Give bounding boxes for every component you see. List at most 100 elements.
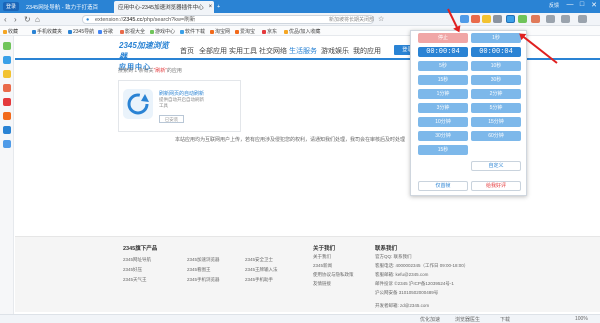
sidebar-app-icon[interactable] xyxy=(3,98,11,106)
footer-link[interactable]: 2345安全卫士 xyxy=(245,257,273,263)
status-item[interactable]: 浏览器医生 xyxy=(455,316,480,323)
footer-link[interactable]: 关于我们 xyxy=(313,254,331,260)
close-icon[interactable]: × xyxy=(209,4,213,10)
bookmark-item[interactable]: 2345导航 xyxy=(68,28,94,35)
status-item[interactable]: 下载 xyxy=(500,316,510,323)
interval-5m-button[interactable]: 5分钟 xyxy=(471,103,521,113)
bookmark-item[interactable]: 谷歌 xyxy=(98,28,113,35)
bookmark-item[interactable]: 淘宝网 xyxy=(210,28,230,35)
zoom-level[interactable]: 100% xyxy=(575,316,588,322)
sidebar-app-icon[interactable] xyxy=(3,112,11,120)
extension-icon[interactable] xyxy=(471,15,480,23)
refresh-button[interactable]: ↻ xyxy=(24,15,31,24)
bookmark-item[interactable]: 收藏 xyxy=(3,28,18,35)
browser-logo[interactable]: 登录 xyxy=(3,2,19,11)
interval-3m-button[interactable]: 3分钟 xyxy=(418,103,468,113)
site-icon xyxy=(235,29,239,34)
site-icon xyxy=(262,29,266,34)
extension-icon[interactable] xyxy=(460,15,469,23)
interval-10s-button[interactable]: 10秒 xyxy=(471,61,521,71)
footer-link[interactable]: 2345好压 xyxy=(123,267,142,273)
menu-icon[interactable] xyxy=(546,15,555,23)
interval-45s-button[interactable]: 15秒 xyxy=(418,145,468,155)
nav-social[interactable]: 社交网络 xyxy=(259,46,287,56)
nav-my-apps[interactable]: 我的应用 xyxy=(353,46,381,56)
sidebar-app-icon[interactable] xyxy=(3,56,11,64)
bookmark-item[interactable]: 游戏中心 xyxy=(150,28,175,35)
download-icon[interactable] xyxy=(561,15,570,23)
sidebar-app-icon[interactable] xyxy=(3,70,11,78)
interval-1s-button[interactable]: 1秒 xyxy=(471,33,521,43)
extension-icon[interactable] xyxy=(482,15,491,23)
url-scheme: extension xyxy=(95,17,119,23)
footer-link[interactable]: 2345天气王 xyxy=(123,277,147,283)
feedback-button[interactable]: 反馈 xyxy=(546,1,562,11)
extension-icon[interactable] xyxy=(531,15,540,23)
footer-link[interactable]: 使用协议与隐私政策 xyxy=(313,272,354,278)
bookmark-item[interactable]: 京东 xyxy=(262,28,277,35)
interval-10m-button[interactable]: 10分钟 xyxy=(418,117,468,127)
interval-30m-button[interactable]: 30分钟 xyxy=(418,131,468,141)
grid-icon[interactable] xyxy=(493,15,502,23)
status-item[interactable]: 优化加速 xyxy=(420,316,440,323)
nav-home[interactable]: 首页 xyxy=(180,46,194,56)
sidebar-app-icon[interactable] xyxy=(3,126,11,134)
bookmark-item[interactable]: 优品/加入收藏 xyxy=(284,28,320,35)
interval-30s-button[interactable]: 30秒 xyxy=(471,75,521,85)
tab-app-center[interactable]: 应用中心-2345加速浏览器插件中心 × xyxy=(114,1,214,13)
copyright-notice: 本站应用均为互联网用户上传，若有应用涉及侵犯您的权利，请通知我们处理，我司会在审… xyxy=(175,137,406,143)
footer-link[interactable]: 2345手机助手 xyxy=(245,277,273,283)
settings-icon[interactable] xyxy=(578,15,587,23)
installed-button[interactable]: 已安装 xyxy=(159,115,184,123)
interval-60m-button[interactable]: 60分钟 xyxy=(471,131,521,141)
interval-15m-button[interactable]: 15分钟 xyxy=(471,117,521,127)
back-button[interactable]: ‹ xyxy=(4,15,7,24)
footer-link[interactable]: 2345新闻 xyxy=(313,263,332,269)
footer-link[interactable]: 2345手机浏览器 xyxy=(187,277,220,283)
countdown-display: 00:00:04 xyxy=(471,47,521,57)
left-sidebar xyxy=(0,36,14,316)
nav-tools[interactable]: 实用工具 xyxy=(229,46,257,56)
stop-button[interactable]: 停止 xyxy=(418,33,468,43)
app-name[interactable]: 刷新网页的自动刷新 xyxy=(159,90,204,97)
app-description: 提供自动开启自动刷新工具 xyxy=(159,97,204,108)
home-button[interactable]: ⌂ xyxy=(35,15,40,24)
footer-link[interactable]: 友情链接 xyxy=(313,281,331,287)
nav-games[interactable]: 游戏娱乐 xyxy=(321,46,349,56)
nav-all-apps[interactable]: 全部应用 xyxy=(199,46,227,56)
favorite-star-icon[interactable]: ☆ xyxy=(378,15,384,24)
new-tab-button[interactable]: + xyxy=(215,1,227,13)
sidebar-app-icon[interactable] xyxy=(3,42,11,50)
maximize-button[interactable]: □ xyxy=(578,1,586,11)
minimize-button[interactable]: — xyxy=(566,1,574,11)
auto-refresh-extension-icon[interactable] xyxy=(506,15,515,23)
bookmark-item[interactable]: 软件下载 xyxy=(180,28,205,35)
extension-icon[interactable] xyxy=(518,15,527,23)
bookmark-item[interactable]: 爱淘宝 xyxy=(235,28,255,35)
sidebar-app-icon[interactable] xyxy=(3,140,11,148)
site-icon xyxy=(120,29,124,34)
forward-button[interactable]: › xyxy=(14,15,17,24)
app-card[interactable]: 刷新网页的自动刷新 提供自动开启自动刷新工具 已安装 xyxy=(118,80,241,132)
url-host: 2345.cc xyxy=(123,17,143,23)
footer-link[interactable]: 2345网址导航 xyxy=(123,257,151,263)
interval-15s-button[interactable]: 15秒 xyxy=(418,75,468,85)
nav-life-services[interactable]: 生活服务 xyxy=(289,46,317,56)
rate-us-button[interactable]: 给我好评 xyxy=(471,181,521,191)
footer-link[interactable]: 2345加速浏览器 xyxy=(187,257,220,263)
interval-1m-button[interactable]: 1分钟 xyxy=(418,89,468,99)
sidebar-app-icon[interactable] xyxy=(3,84,11,92)
bookmark-item[interactable]: 影视大全 xyxy=(120,28,145,35)
site-logo[interactable]: 2345加速浏览器 应用中心 xyxy=(119,40,175,71)
footer-link[interactable]: 2345看图王 xyxy=(187,267,211,273)
search-input[interactable]: 新加坡将长期关闭部分主题乐园 xyxy=(329,16,374,23)
bookmark-item[interactable]: 手机收藏夹 xyxy=(32,28,62,35)
first-frame-button[interactable]: 仅首帧 xyxy=(418,181,468,191)
custom-interval-button[interactable]: 自定义 xyxy=(471,161,521,171)
address-bar[interactable]: ● extension://2345.cc/php/search?kw=刷新 新… xyxy=(82,15,374,24)
close-window-button[interactable]: ✕ xyxy=(590,1,598,11)
footer-link[interactable]: 2345王牌输入法 xyxy=(245,267,278,273)
interval-5s-button[interactable]: 5秒 xyxy=(418,61,468,71)
tab-2345-navigation[interactable]: 2345网址导航 - 致力于打造百 xyxy=(22,1,112,13)
interval-2m-button[interactable]: 2分钟 xyxy=(471,89,521,99)
